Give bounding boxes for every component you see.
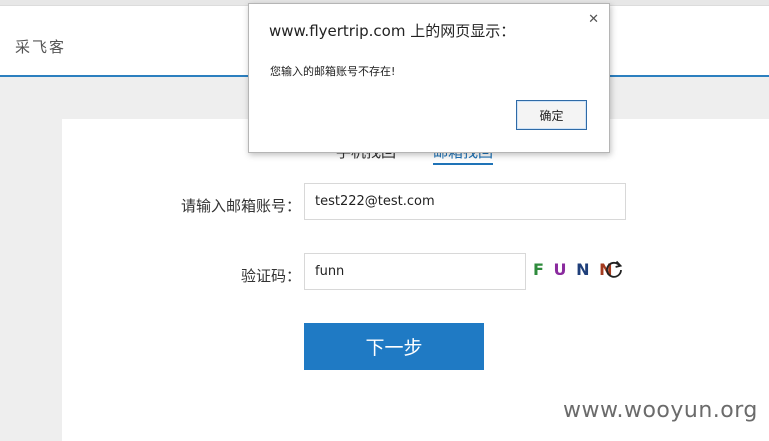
site-logo[interactable]: 采飞客 [15,36,66,57]
dialog-message: 您输入的邮箱账号不存在! [270,65,396,78]
email-label: 请输入邮箱账号： [180,197,301,215]
email-input[interactable] [304,183,626,220]
captcha-char: N [576,260,592,279]
refresh-icon[interactable] [603,258,625,280]
captcha-input[interactable] [304,253,526,290]
alert-dialog: www.flyertrip.com 上的网页显示： ✕ 您输入的邮箱账号不存在!… [248,3,610,153]
captcha-char: U [553,260,569,279]
captcha-label: 验证码： [240,267,301,285]
next-step-button[interactable]: 下一步 [304,323,484,370]
ok-button[interactable]: 确定 [516,100,587,130]
captcha-char: F [533,260,546,279]
dialog-title: www.flyertrip.com 上的网页显示： [269,22,516,40]
watermark-text: www.wooyun.org [563,398,758,423]
close-icon[interactable]: ✕ [588,12,599,27]
